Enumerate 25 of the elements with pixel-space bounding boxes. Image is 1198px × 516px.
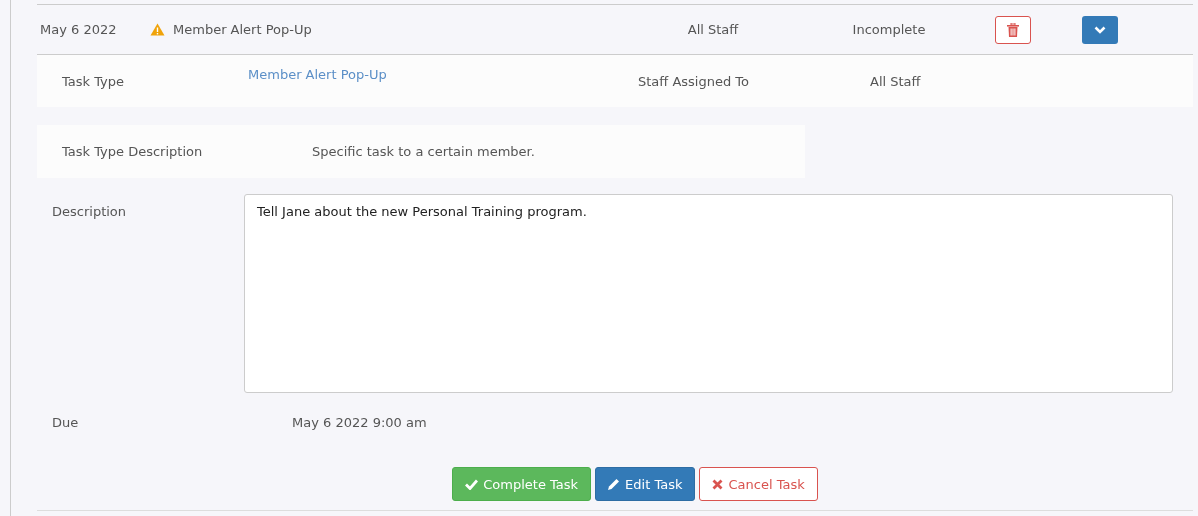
complete-button[interactable]: Complete Task (452, 467, 592, 501)
cancel-button[interactable]: Cancel Task (699, 467, 818, 501)
task-type-link[interactable]: Member Alert Pop-Up (248, 67, 638, 82)
close-icon (712, 478, 724, 490)
trash-icon (1007, 22, 1019, 37)
field-label: Staff Assigned To (638, 73, 750, 89)
warning-icon (150, 23, 165, 36)
field-label: Description (52, 204, 128, 221)
edit-button[interactable]: Edit Task (595, 467, 696, 501)
field-value: All Staff (870, 73, 921, 89)
field-label: Task Type (62, 73, 126, 89)
task-title: Member Alert Pop-Up (173, 22, 313, 37)
check-icon (465, 478, 479, 490)
field-label: Due (52, 415, 80, 432)
pencil-icon (608, 478, 621, 490)
assigned-staff: All Staff (686, 22, 740, 37)
description-field[interactable]: Tell Jane about the new Personal Training program. (244, 194, 1173, 393)
chevron-down-icon (1094, 25, 1106, 34)
expand-button[interactable] (1082, 15, 1118, 44)
delete-button[interactable] (995, 15, 1031, 44)
task-status: Incomplete (851, 22, 927, 37)
field-value: Specific task to a certain member. (312, 144, 535, 159)
task-date: May 6 2022 (40, 22, 118, 37)
due-date: May 6 2022 9:00 am (292, 415, 427, 432)
field-label: Task Type Description (62, 144, 204, 159)
